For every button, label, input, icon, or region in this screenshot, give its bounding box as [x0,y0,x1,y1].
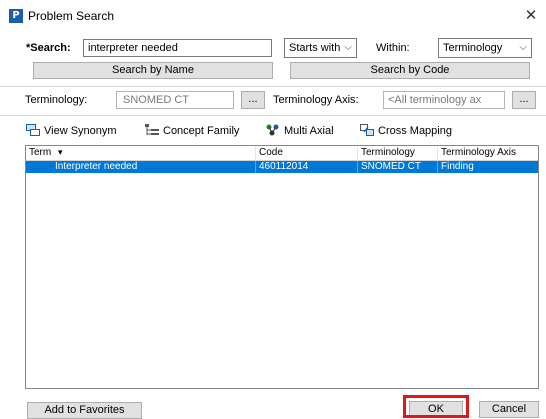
column-header-term[interactable]: Term ▾ [26,146,256,160]
search-by-code-button[interactable]: Search by Code [290,62,530,79]
cell-term: Interpreter needed [26,161,256,173]
search-mode-select[interactable]: Starts with ⌵ [284,38,357,58]
terminology-axis-browse-button[interactable]: ... [512,91,536,109]
column-header-code[interactable]: Code [256,146,358,160]
add-to-favorites-button[interactable]: Add to Favorites [27,402,142,419]
view-synonym-label: View Synonym [44,125,117,137]
search-input[interactable]: interpreter needed [83,39,272,57]
cell-code: 460112014 [256,161,358,173]
sort-down-icon: ▾ [58,148,63,158]
cross-mapping-label: Cross Mapping [378,125,452,137]
close-icon[interactable]: ✕ [521,5,541,25]
terminology-field: SNOMED CT [116,91,234,109]
within-label: Within: [376,42,410,54]
terminology-browse-button[interactable]: ... [241,91,265,109]
multi-axial-icon [266,124,279,136]
terminology-label: Terminology: [25,94,88,106]
divider [0,115,546,116]
cancel-button[interactable]: Cancel [479,401,539,418]
within-select[interactable]: Terminology ⌵ [438,38,532,58]
search-mode-value: Starts with [289,42,341,54]
column-header-terminology[interactable]: Terminology [358,146,438,160]
concept-family-label: Concept Family [163,125,240,137]
terminology-axis-label: Terminology Axis: [273,94,359,106]
multi-axial-button[interactable]: Multi Axial [266,122,334,140]
table-row[interactable]: Interpreter needed 460112014 SNOMED CT F… [26,161,538,173]
view-synonym-button[interactable]: View Synonym [26,122,117,140]
search-label: *Search: [26,42,71,54]
column-header-axis[interactable]: Terminology Axis [438,146,538,160]
cell-terminology: SNOMED CT [358,161,438,173]
title-bar: P Problem Search ✕ [0,0,546,32]
multi-axial-label: Multi Axial [284,125,334,137]
results-header: Term ▾ Code Terminology Terminology Axis [26,146,538,161]
results-grid[interactable]: Term ▾ Code Terminology Terminology Axis… [25,145,539,389]
chevron-down-icon: ⌵ [344,42,352,53]
search-by-name-button[interactable]: Search by Name [33,62,273,79]
cross-mapping-icon [360,124,374,136]
app-icon: P [9,9,23,23]
window-title: Problem Search [28,9,115,23]
chevron-down-icon: ⌵ [519,42,527,53]
cell-axis: Finding [441,161,474,172]
ok-highlight-box [403,395,469,418]
concept-family-button[interactable]: Concept Family [145,122,239,140]
synonym-icon [26,124,40,136]
hierarchy-icon [145,124,159,135]
within-value: Terminology [443,42,503,54]
divider [0,86,546,87]
column-header-term-label: Term [29,147,52,158]
cross-mapping-button[interactable]: Cross Mapping [360,122,452,140]
terminology-axis-field: <All terminology ax [383,91,505,109]
